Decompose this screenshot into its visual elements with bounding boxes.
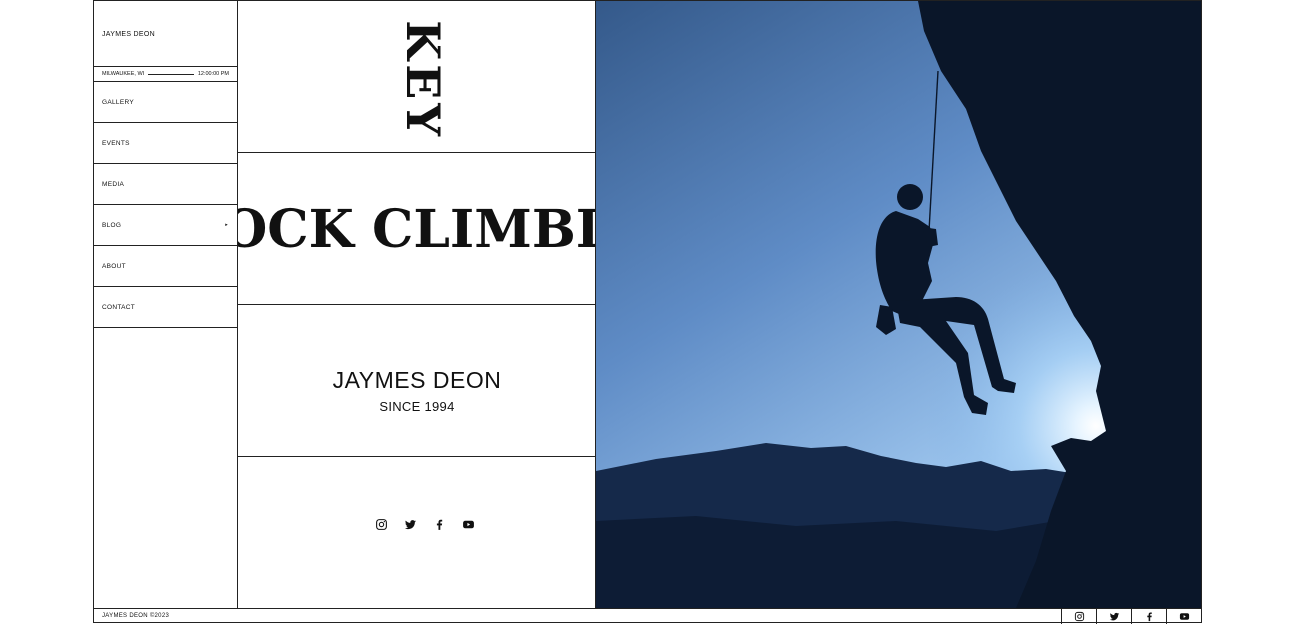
hero-name: JAYMES DEON: [332, 367, 502, 393]
nav-item-gallery[interactable]: GALLERY: [94, 82, 237, 123]
nav-item-label: CONTACT: [102, 304, 136, 311]
copyright-text: JAYMES DEON ©2023: [102, 613, 170, 619]
location-label: MILWAUKEE, WI: [102, 71, 145, 77]
facebook-icon[interactable]: [433, 518, 446, 531]
page-frame: JAYMES DEON MILWAUKEE, WI 12:00:00 PM GA…: [93, 0, 1202, 624]
marquee-panel: OCK CLIMBIN: [238, 153, 595, 305]
nav-item-blog[interactable]: BLOG ▸: [94, 205, 237, 246]
footer: JAYMES DEON ©2023: [94, 608, 1201, 624]
nav-item-media[interactable]: MEDIA: [94, 164, 237, 205]
nav-item-label: GALLERY: [102, 99, 134, 106]
nav-item-label: MEDIA: [102, 181, 125, 188]
social-panel: [238, 457, 595, 608]
nav-item-events[interactable]: EVENTS: [94, 123, 237, 164]
twitter-icon[interactable]: [1096, 608, 1131, 624]
instagram-icon[interactable]: [375, 518, 388, 531]
marquee-text: OCK CLIMBIN: [238, 199, 595, 260]
twitter-icon[interactable]: [404, 518, 417, 531]
youtube-icon[interactable]: [462, 518, 475, 531]
nav-item-about[interactable]: ABOUT: [94, 246, 237, 287]
hero-since: SINCE 1994: [379, 399, 455, 414]
hero-photo: [596, 1, 1201, 608]
vertical-text-panel: S KEY: [238, 1, 595, 153]
footer-social-links: [1061, 608, 1201, 624]
divider: [148, 73, 194, 75]
title-panel: JAYMES DEON SINCE 1994: [238, 305, 595, 457]
vertical-scrolling-text: S KEY: [396, 1, 450, 141]
youtube-icon[interactable]: [1166, 608, 1201, 624]
sidebar: JAYMES DEON MILWAUKEE, WI 12:00:00 PM GA…: [94, 1, 238, 608]
center-column: S KEY OCK CLIMBIN JAYMES DEON SINCE 1994: [238, 1, 596, 608]
location-time-bar: MILWAUKEE, WI 12:00:00 PM: [94, 67, 237, 82]
nav-item-label: ABOUT: [102, 263, 126, 270]
social-links: [375, 518, 475, 531]
nav-item-label: BLOG: [102, 222, 122, 229]
nav-item-label: EVENTS: [102, 140, 130, 147]
site-brand[interactable]: JAYMES DEON: [94, 1, 237, 67]
instagram-icon[interactable]: [1061, 608, 1096, 624]
clock-label: 12:00:00 PM: [197, 71, 229, 77]
rock-climber-image: [596, 1, 1201, 608]
nav-item-contact[interactable]: CONTACT: [94, 287, 237, 328]
facebook-icon[interactable]: [1131, 608, 1166, 624]
submenu-arrow-icon: ▸: [225, 222, 228, 228]
